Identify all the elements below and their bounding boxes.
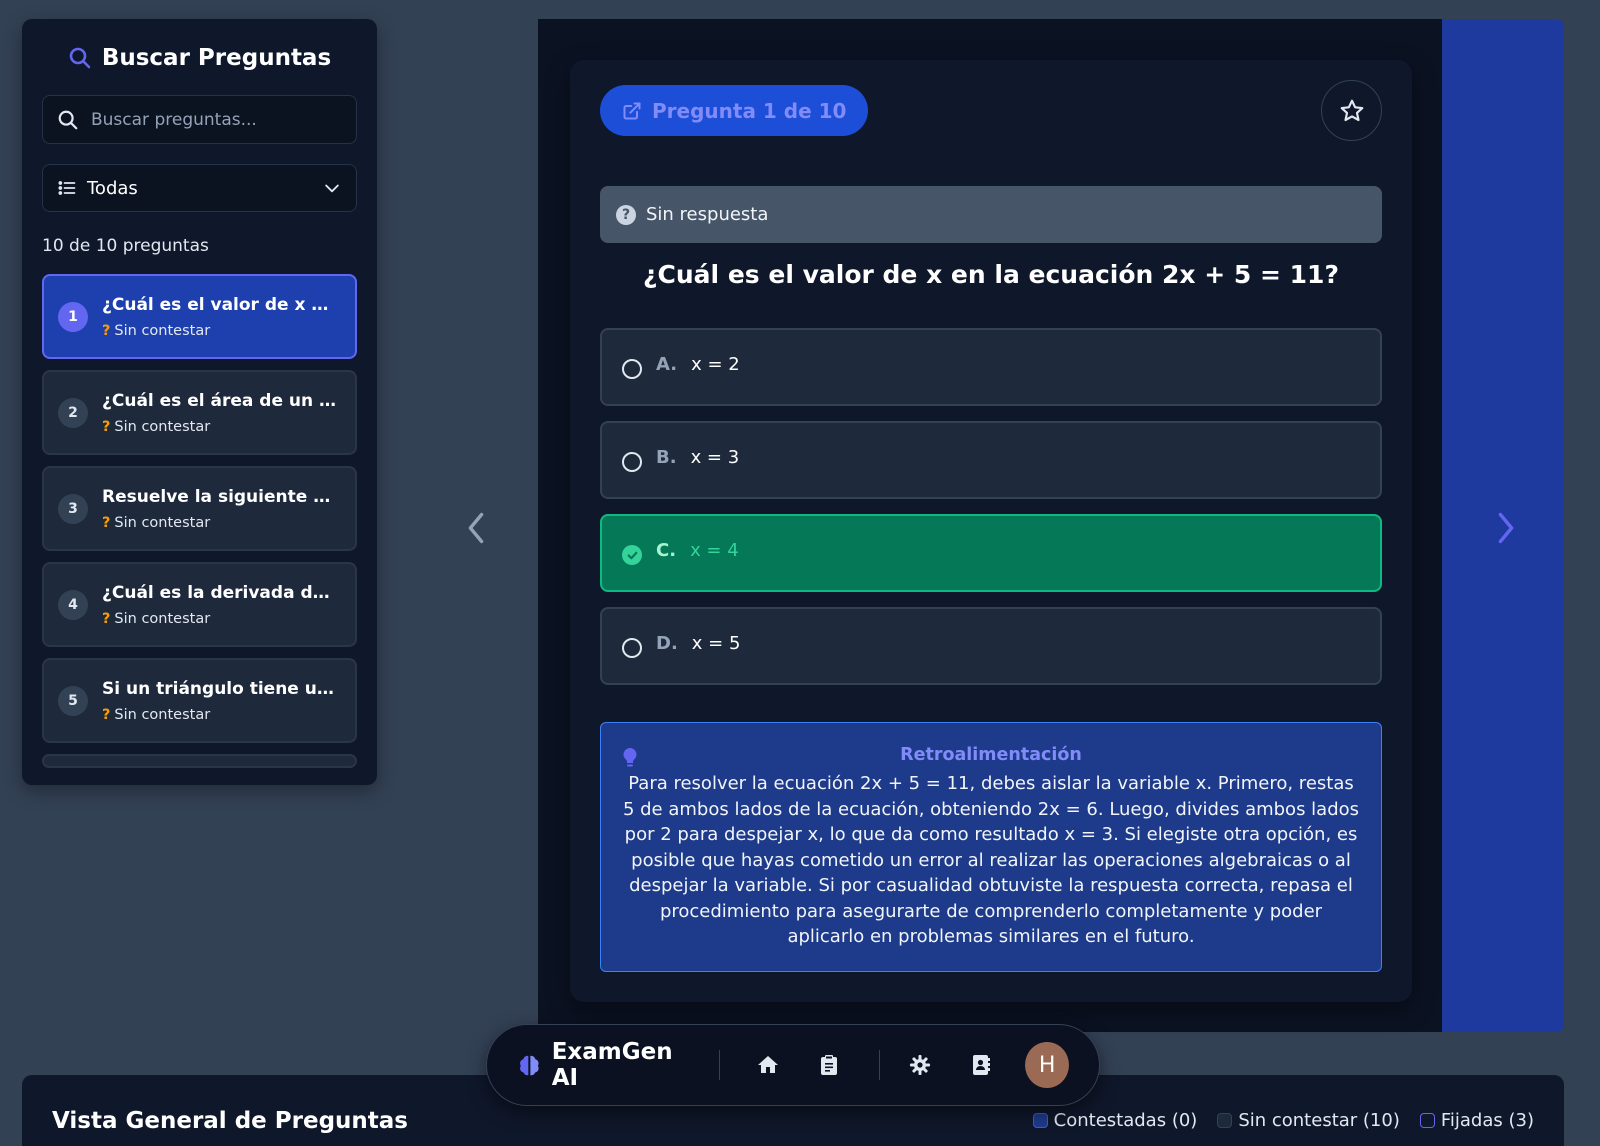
filter-value: Todas <box>87 177 138 199</box>
avatar[interactable]: H <box>1025 1042 1070 1088</box>
overview-legend: Contestadas (0) Sin contestar (10) Fijad… <box>1032 1110 1534 1131</box>
list-item[interactable]: 1 ¿Cuál es el valor de x en ... ? Sin con… <box>42 274 357 359</box>
legend-answered: Contestadas (0) <box>1032 1110 1198 1131</box>
answer-status-label: Sin respuesta <box>646 204 769 225</box>
question-mark-icon: ? <box>102 514 111 531</box>
search-icon <box>58 110 78 129</box>
list-item[interactable]: 5 Si un triángulo tiene una ... ?Sin con… <box>42 658 357 743</box>
divider <box>719 1050 721 1080</box>
question-number: 4 <box>58 589 88 620</box>
question-title: ¿Cuál es el valor de x en ... <box>102 294 337 315</box>
legend-label: Contestadas (0) <box>1053 1110 1198 1131</box>
search-icon <box>69 47 91 69</box>
question-status: Sin contestar <box>114 322 211 339</box>
option-text: x = 2 <box>691 353 740 375</box>
option-a[interactable]: A. x = 2 <box>600 328 1382 406</box>
legend-swatch <box>1419 1113 1435 1128</box>
question-text: ¿Cuál es el valor de x en la ecuación 2x… <box>643 260 1339 289</box>
feedback-panel: Retroalimentación Para resolver la ecuac… <box>600 722 1382 972</box>
option-b[interactable]: B. x = 3 <box>600 421 1382 499</box>
overview-title: Vista General de Preguntas <box>52 1108 408 1134</box>
question-position-label: Pregunta 1 de 10 <box>652 98 847 123</box>
list-item[interactable]: 4 ¿Cuál es la derivada de l... ? Sin cont… <box>42 562 357 647</box>
filter-dropdown[interactable]: Todas <box>42 164 357 212</box>
question-mark-icon: ? <box>102 610 111 627</box>
sidebar-header: Buscar Preguntas <box>22 45 377 71</box>
clipboard-icon <box>820 1055 837 1075</box>
list-item[interactable]: 2 ¿Cuál es el área de un re... ? Sin cont… <box>42 370 357 455</box>
radio-icon <box>622 452 642 472</box>
legend-swatch <box>1032 1113 1048 1128</box>
answer-status-bar: ? Sin respuesta <box>600 186 1382 243</box>
question-number: 2 <box>58 397 88 428</box>
external-link-icon <box>623 102 641 119</box>
question-status: Sin contestar <box>114 706 211 723</box>
question-status: Sin contestar <box>114 418 211 435</box>
star-icon <box>1340 99 1363 121</box>
contact-book-icon <box>972 1055 990 1075</box>
legend-label: Fijadas (3) <box>1440 1110 1534 1131</box>
settings-button[interactable] <box>906 1050 935 1080</box>
question-sidebar: Buscar Preguntas Todas 10 de 10 pregunta… <box>22 19 377 785</box>
question-mark-icon: ? <box>102 418 111 435</box>
lightbulb-icon <box>623 748 637 767</box>
option-text: x = 4 <box>690 539 739 561</box>
divider <box>879 1050 881 1080</box>
contacts-button[interactable] <box>967 1050 996 1080</box>
question-status: Sin contestar <box>114 514 211 531</box>
question-title: ¿Cuál es la derivada de l... <box>102 582 337 603</box>
home-icon <box>758 1056 779 1073</box>
sidebar-title: Buscar Preguntas <box>101 45 332 71</box>
question-title: ¿Cuál es el área de un re... <box>102 390 337 411</box>
option-letter: D. <box>656 632 678 654</box>
question-title: Resuelve la siguiente ec... <box>102 486 337 507</box>
question-status: Sin contestar <box>114 610 211 627</box>
exams-button[interactable] <box>815 1050 844 1080</box>
brand-name: ExamGen AI <box>551 1039 673 1091</box>
list-icon <box>58 181 76 195</box>
legend-unanswered: Sin contestar (10) <box>1217 1110 1400 1131</box>
feedback-title: Retroalimentación <box>900 745 1082 765</box>
check-circle-icon <box>622 545 642 565</box>
chevron-right-icon <box>1498 512 1514 544</box>
question-mark-icon: ? <box>102 706 111 723</box>
question-circle-icon: ? <box>616 204 636 225</box>
option-c[interactable]: C. x = 4 <box>600 514 1382 592</box>
option-letter: B. <box>656 446 677 468</box>
question-title: Si un triángulo tiene una ... <box>102 678 337 699</box>
chevron-left-icon <box>468 512 484 544</box>
radio-icon <box>622 638 642 658</box>
question-mark-icon: ? <box>102 322 111 339</box>
question-count: 10 de 10 preguntas <box>42 236 209 256</box>
option-d[interactable]: D. x = 5 <box>600 607 1382 685</box>
option-letter: C. <box>656 539 677 561</box>
question-number: 5 <box>58 685 88 716</box>
list-item[interactable] <box>42 754 357 768</box>
brain-icon <box>520 1055 539 1076</box>
question-card: Pregunta 1 de 10 ? Sin respuesta ¿Cuál e… <box>570 60 1412 1002</box>
pin-question-button[interactable] <box>1321 80 1382 141</box>
legend-swatch <box>1217 1113 1233 1128</box>
option-letter: A. <box>656 353 678 375</box>
legend-pinned: Fijadas (3) <box>1419 1110 1534 1131</box>
radio-icon <box>622 359 642 379</box>
search-box <box>42 95 357 144</box>
previous-question-button[interactable] <box>462 510 490 546</box>
question-number: 3 <box>58 493 88 524</box>
search-input[interactable] <box>91 109 342 130</box>
list-item[interactable]: 3 Resuelve la siguiente ec... ? Sin conte… <box>42 466 357 551</box>
question-list: 1 ¿Cuál es el valor de x en ... ? Sin con… <box>42 274 357 768</box>
app-dock: ExamGen AI H <box>486 1024 1100 1106</box>
feedback-text: Para resolver la ecuación 2x + 5 = 11, d… <box>622 773 1360 947</box>
question-number: 1 <box>58 301 88 332</box>
option-text: x = 3 <box>690 446 740 468</box>
chevron-down-icon <box>325 184 339 193</box>
home-button[interactable] <box>754 1050 783 1080</box>
legend-label: Sin contestar (10) <box>1238 1110 1400 1131</box>
option-text: x = 5 <box>691 632 741 654</box>
question-pill[interactable]: Pregunta 1 de 10 <box>600 85 869 136</box>
gear-icon <box>910 1055 931 1075</box>
next-question-button[interactable] <box>1492 510 1520 546</box>
brand[interactable]: ExamGen AI <box>517 1039 699 1091</box>
